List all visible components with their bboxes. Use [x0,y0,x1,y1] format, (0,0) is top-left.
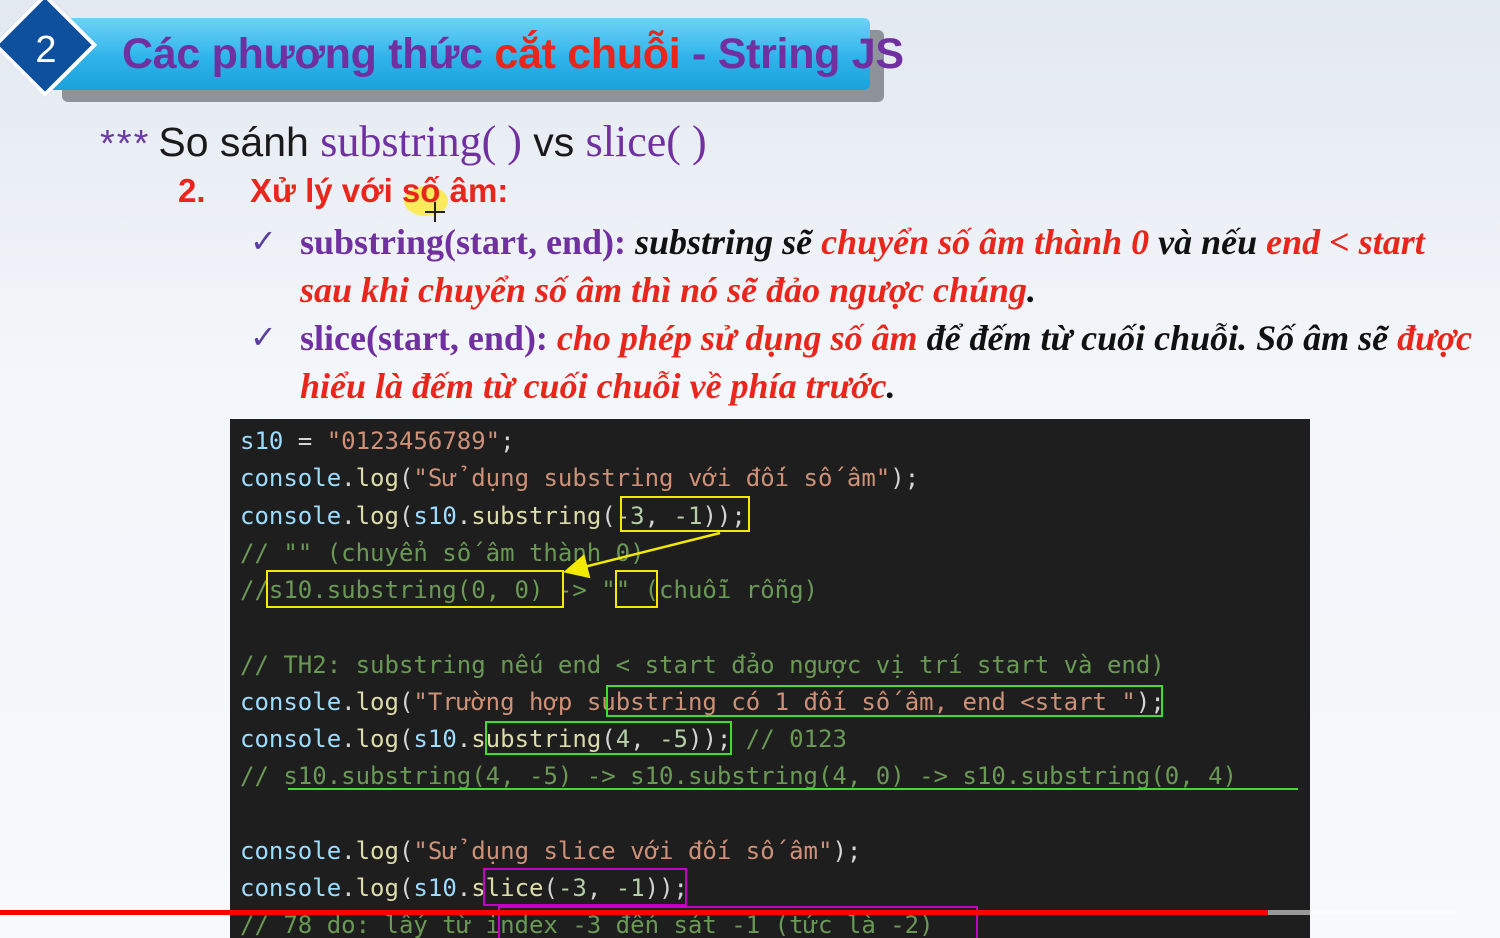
annotation-box-slice-call [483,868,687,906]
annotation-underline [288,788,1298,790]
subheading: 2. Xử lý với số âm: [178,172,509,209]
code-comment: // "" (chuyển số âm thành 0) [240,539,645,567]
slide-title: Các phương thức cắt chuỗi - String JS [122,30,904,78]
section-number: 2 [35,29,57,71]
annotation-box-converted [266,570,564,608]
annotation-box-case [606,685,1163,717]
checkmark-icon: ✓ [250,222,277,260]
code-line: s10 = "0123456789"; [240,427,515,455]
video-progress-bar[interactable] [0,910,1268,915]
annotation-box-args [620,496,750,532]
asterisks: *** [100,123,151,165]
annotation-box-substring-call [485,721,732,755]
code-line: console.log("Sử dụng substring với đối s… [240,464,920,492]
code-comment: // TH2: substring nếu end < start đảo ng… [240,651,1165,679]
annotation-box-empty [615,570,658,608]
code-editor: s10 = "0123456789"; console.log("Sử dụng… [230,419,1310,938]
code-line: console.log("Sử dụng slice với đối số âm… [240,837,862,865]
bullet-slice: slice(start, end): cho phép sử dụng số â… [300,318,1473,406]
comparison-heading: *** So sánh substring( ) vs slice( ) [100,117,707,166]
checkmark-icon: ✓ [250,318,277,356]
bullet-substring: substring(start, end): substring sẽ chuy… [300,222,1425,310]
